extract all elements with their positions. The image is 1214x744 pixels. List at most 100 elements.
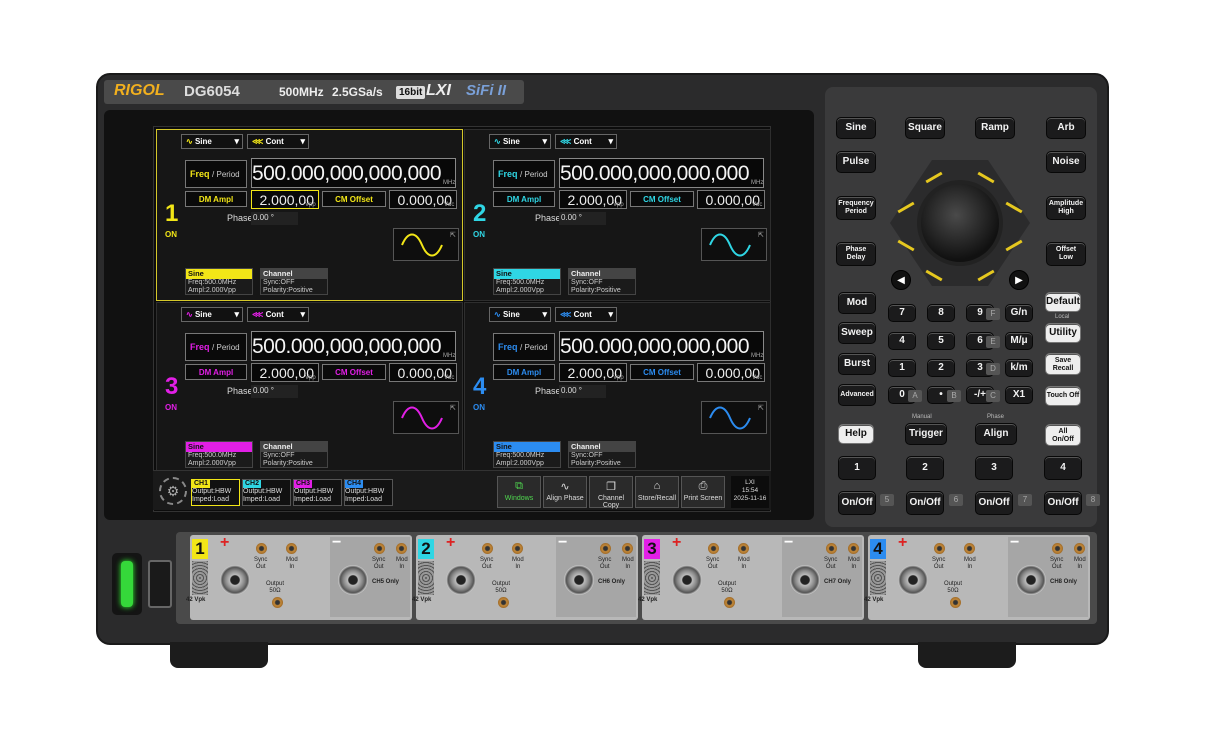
ampl-label-button[interactable]: DM Ampl bbox=[493, 191, 555, 207]
output-50ohm-connector[interactable] bbox=[724, 597, 735, 608]
waveform-dropdown[interactable]: ∿ Sine bbox=[489, 307, 551, 322]
arb-key[interactable]: Arb bbox=[1046, 117, 1086, 139]
key-5[interactable]: 5 bbox=[927, 332, 955, 350]
offset-label-button[interactable]: CM Offset bbox=[630, 191, 694, 207]
touch-screen[interactable]: ∿ Sine ⋘ Cont Freq / Period 500.000,000,… bbox=[153, 126, 771, 512]
amplitude-key[interactable]: Amplitude High bbox=[1046, 196, 1086, 220]
phase-readout[interactable]: 0.00 ° bbox=[559, 385, 606, 398]
mod-key[interactable]: Mod bbox=[838, 292, 876, 314]
key-x1[interactable]: X1 bbox=[1005, 386, 1033, 404]
default-key[interactable]: Default bbox=[1045, 292, 1081, 312]
help-key[interactable]: Help bbox=[838, 424, 874, 444]
mode-dropdown[interactable]: ⋘ Cont bbox=[247, 307, 309, 322]
ch1-key[interactable]: 1 bbox=[838, 456, 876, 480]
waveform-dropdown[interactable]: ∿ Sine bbox=[181, 134, 243, 149]
right-arrow-button[interactable]: ▶ bbox=[1009, 270, 1029, 290]
output-minus-bnc[interactable] bbox=[1016, 565, 1046, 595]
print-screen-button[interactable]: ⎙ Print Screen bbox=[681, 476, 725, 508]
channel-tile-1[interactable]: CH1 Output:HBW Imped:Load bbox=[191, 479, 240, 506]
mod-in-connector[interactable] bbox=[512, 543, 523, 554]
waveform-dropdown[interactable]: ∿ Sine bbox=[489, 134, 551, 149]
key-8[interactable]: 8 bbox=[927, 304, 955, 322]
waveform-preview[interactable]: ⇱ bbox=[393, 401, 459, 434]
frequency-key[interactable]: Frequency Period bbox=[836, 196, 876, 220]
output-plus-bnc[interactable] bbox=[672, 565, 702, 595]
freq-period-button[interactable]: Freq / Period bbox=[185, 333, 247, 361]
frequency-readout[interactable]: 500.000,000,000,000 bbox=[251, 158, 456, 188]
sync-out-neg-connector[interactable] bbox=[600, 543, 611, 554]
sweep-key[interactable]: Sweep bbox=[838, 322, 876, 344]
channel-copy-button[interactable]: ❐ Channel Copy bbox=[589, 476, 633, 509]
output-minus-bnc[interactable] bbox=[790, 565, 820, 595]
sine-key[interactable]: Sine bbox=[836, 117, 876, 139]
mod-in-connector[interactable] bbox=[286, 543, 297, 554]
home-gear-icon[interactable]: ⚙ bbox=[159, 477, 187, 505]
mod-in-connector[interactable] bbox=[738, 543, 749, 554]
ch4-on-off-key[interactable]: On/Off bbox=[1044, 491, 1082, 515]
phase-readout[interactable]: 0.00 ° bbox=[559, 212, 606, 225]
store-recall-button[interactable]: ⌂ Store/Recall bbox=[635, 476, 679, 508]
phase-key[interactable]: Phase Delay bbox=[836, 242, 876, 266]
sync-out-connector[interactable] bbox=[934, 543, 945, 554]
mode-dropdown[interactable]: ⋘ Cont bbox=[555, 307, 617, 322]
output-minus-bnc[interactable] bbox=[564, 565, 594, 595]
output-50ohm-connector[interactable] bbox=[950, 597, 961, 608]
offset-label-button[interactable]: CM Offset bbox=[630, 364, 694, 380]
channel-panel-2[interactable]: ∿ Sine ⋘ Cont Freq / Period 500.000,000,… bbox=[464, 129, 771, 301]
wave-info-box[interactable]: Sine Freq:500.0MHz Ampl:2.000Vpp bbox=[185, 268, 253, 295]
channel-tile-3[interactable]: CH3 Output:HBW Imped:Load bbox=[293, 479, 342, 506]
ch2-key[interactable]: 2 bbox=[906, 456, 944, 480]
ch2-on-off-key[interactable]: On/Off bbox=[906, 491, 944, 515]
key-k-m[interactable]: k/m bbox=[1005, 359, 1033, 377]
noise-key[interactable]: Noise bbox=[1046, 151, 1086, 173]
mod-in-neg-connector[interactable] bbox=[622, 543, 633, 554]
waveform-preview[interactable]: ⇱ bbox=[701, 401, 767, 434]
key-m-mu[interactable]: M/μ bbox=[1005, 332, 1033, 350]
frequency-readout[interactable]: 500.000,000,000,000 bbox=[559, 158, 764, 188]
key-g-n[interactable]: G/n bbox=[1005, 304, 1033, 322]
offset-label-button[interactable]: CM Offset bbox=[322, 364, 386, 380]
channel-info-box[interactable]: Channel Sync:OFF Polarity:Positive bbox=[568, 268, 636, 295]
output-plus-bnc[interactable] bbox=[898, 565, 928, 595]
ramp-key[interactable]: Ramp bbox=[975, 117, 1015, 139]
channel-info-box[interactable]: Channel Sync:OFF Polarity:Positive bbox=[260, 268, 328, 295]
align-phase-button[interactable]: ∿ Align Phase bbox=[543, 476, 587, 508]
advanced-key[interactable]: Advanced bbox=[838, 384, 876, 406]
wave-info-box[interactable]: Sine Freq:500.0MHz Ampl:2.000Vpp bbox=[493, 441, 561, 468]
waveform-preview[interactable]: ⇱ bbox=[701, 228, 767, 261]
sync-out-connector[interactable] bbox=[708, 543, 719, 554]
touch-off-key[interactable]: Touch Off bbox=[1045, 386, 1081, 406]
mod-in-neg-connector[interactable] bbox=[848, 543, 859, 554]
sync-out-neg-connector[interactable] bbox=[826, 543, 837, 554]
waveform-dropdown[interactable]: ∿ Sine bbox=[181, 307, 243, 322]
freq-period-button[interactable]: Freq / Period bbox=[493, 160, 555, 188]
sync-out-connector[interactable] bbox=[482, 543, 493, 554]
output-plus-bnc[interactable] bbox=[446, 565, 476, 595]
left-arrow-button[interactable]: ◀ bbox=[891, 270, 911, 290]
ampl-label-button[interactable]: DM Ampl bbox=[185, 191, 247, 207]
waveform-preview[interactable]: ⇱ bbox=[393, 228, 459, 261]
key-4[interactable]: 4 bbox=[888, 332, 916, 350]
mod-in-neg-connector[interactable] bbox=[396, 543, 407, 554]
channel-panel-1[interactable]: ∿ Sine ⋘ Cont Freq / Period 500.000,000,… bbox=[156, 129, 463, 301]
offset-label-button[interactable]: CM Offset bbox=[322, 191, 386, 207]
ampl-label-button[interactable]: DM Ampl bbox=[493, 364, 555, 380]
frequency-readout[interactable]: 500.000,000,000,000 bbox=[251, 331, 456, 361]
sync-out-neg-connector[interactable] bbox=[1052, 543, 1063, 554]
mode-dropdown[interactable]: ⋘ Cont bbox=[247, 134, 309, 149]
windows-button[interactable]: ⧉ Windows bbox=[497, 476, 541, 508]
freq-period-button[interactable]: Freq / Period bbox=[185, 160, 247, 188]
offset-key[interactable]: Offset Low bbox=[1046, 242, 1086, 266]
key-1[interactable]: 1 bbox=[888, 359, 916, 377]
output-50ohm-connector[interactable] bbox=[272, 597, 283, 608]
mode-dropdown[interactable]: ⋘ Cont bbox=[555, 134, 617, 149]
burst-key[interactable]: Burst bbox=[838, 353, 876, 375]
usb-port[interactable] bbox=[148, 560, 172, 608]
sync-out-neg-connector[interactable] bbox=[374, 543, 385, 554]
channel-info-box[interactable]: Channel Sync:OFF Polarity:Positive bbox=[260, 441, 328, 468]
wave-info-box[interactable]: Sine Freq:500.0MHz Ampl:2.000Vpp bbox=[493, 268, 561, 295]
output-50ohm-connector[interactable] bbox=[498, 597, 509, 608]
square-key[interactable]: Square bbox=[905, 117, 945, 139]
rotary-knob[interactable] bbox=[917, 180, 1003, 266]
save-recall-key[interactable]: Save Recall bbox=[1045, 353, 1081, 375]
